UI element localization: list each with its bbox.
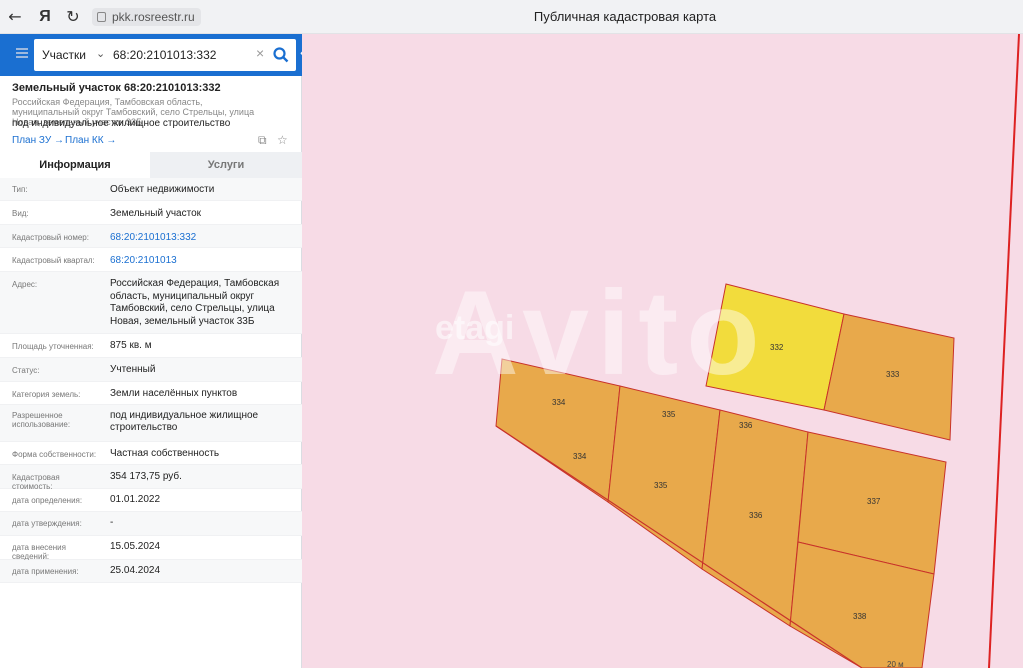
page-title: Публичная кадастровая карта: [533, 9, 717, 24]
tab-information[interactable]: Информация: [0, 152, 150, 178]
field-value: Земельный участок: [110, 208, 202, 219]
boundary-line: [988, 34, 1020, 668]
parcel-label: 334: [552, 398, 566, 407]
cadastral-quarter-link[interactable]: 68:20:2101013: [110, 255, 290, 267]
map-scale: 20 м: [887, 660, 904, 668]
info-row: Статус: Учтенный: [0, 358, 302, 382]
field-label: дата внесения сведений:: [12, 543, 66, 561]
info-row: дата внесения сведений: 15.05.2024: [0, 536, 302, 561]
search-input[interactable]: 68:20:2101013:332: [113, 48, 216, 62]
parcel-label: 335: [654, 481, 668, 490]
field-label: дата утверждения:: [12, 519, 82, 528]
etagi-watermark: etagi: [435, 309, 515, 347]
cadastral-number-link[interactable]: 68:20:2101013:332: [110, 232, 290, 244]
parcel-label: 337: [867, 497, 881, 506]
parcel-label: 334: [573, 452, 587, 461]
field-label: Кадастровый квартал:: [12, 256, 95, 265]
url-text: pkk.rosreestr.ru: [112, 10, 195, 24]
field-value: Земли населённых пунктов: [110, 388, 238, 399]
chevron-down-icon[interactable]: ⌄: [96, 47, 105, 60]
parcel-label: 332: [770, 343, 784, 352]
field-label: Адрес:: [12, 280, 38, 289]
info-row: дата утверждения: -: [0, 512, 302, 536]
field-label: Кадастровый номер:: [12, 233, 89, 242]
plan-kk-link[interactable]: План КК →: [65, 135, 116, 146]
info-row: дата применения: 25.04.2024: [0, 560, 302, 583]
info-row: Площадь уточненная: 875 кв. м: [0, 334, 302, 358]
field-label: Форма собственности:: [12, 450, 97, 459]
tab-services[interactable]: Услуги: [150, 152, 302, 178]
field-value: Учтенный: [110, 364, 156, 375]
address-bar[interactable]: pkk.rosreestr.ru: [92, 8, 201, 26]
browser-toolbar: ← Я ↻ pkk.rosreestr.ru Публичная кадастр…: [0, 0, 1023, 34]
field-value: 15.05.2024: [110, 541, 161, 552]
search-bar: Участки ⌄ 68:20:2101013:332 × ‹: [0, 34, 312, 76]
field-value: -: [110, 517, 114, 528]
info-row: Категория земель: Земли населённых пункт…: [0, 382, 302, 405]
info-row: дата определения: 01.01.2022: [0, 489, 302, 512]
star-icon[interactable]: ☆: [277, 134, 289, 146]
parcel-label: 333: [886, 370, 900, 379]
search-field[interactable]: Участки ⌄ 68:20:2101013:332 ×: [34, 39, 296, 71]
object-use: под индивидуальное жилищное строительств…: [12, 118, 231, 129]
cadastral-map[interactable]: Avito etagi 332 333 334 334 335 335 336 …: [302, 34, 1023, 668]
field-value: 354 173,75 руб.: [110, 471, 182, 482]
reload-icon[interactable]: ↻: [62, 6, 84, 28]
field-label: Статус:: [12, 366, 40, 375]
search-type-select[interactable]: Участки: [42, 48, 86, 62]
info-row: Кадастровая стоимость: 354 173,75 руб.: [0, 465, 302, 491]
field-label: Разрешенное использование:: [12, 411, 71, 429]
field-label: Площадь уточненная:: [12, 342, 94, 351]
parcel-label: 335: [662, 410, 676, 419]
field-label: Тип:: [12, 185, 28, 194]
info-row: Адрес: Российская Федерация, Тамбовская …: [0, 272, 302, 334]
back-icon[interactable]: ←: [4, 6, 26, 28]
field-label: Вид:: [12, 209, 29, 218]
menu-icon[interactable]: [16, 48, 28, 58]
clear-icon[interactable]: ×: [256, 45, 264, 61]
field-value: под индивидуальное жилищное строительств…: [110, 410, 259, 433]
info-row: Кадастровый номер: 68:20:2101013:332: [0, 225, 302, 248]
info-row: Разрешенное использование: под индивидуа…: [0, 405, 302, 442]
yandex-icon[interactable]: Я: [34, 6, 56, 28]
parcel-label: 338: [853, 612, 867, 621]
info-row: Тип: Объект недвижимости: [0, 178, 302, 201]
info-row: Кадастровый квартал: 68:20:2101013: [0, 248, 302, 272]
search-icon[interactable]: [272, 46, 290, 64]
info-row: Форма собственности: Частная собственнос…: [0, 442, 302, 465]
field-value: 01.01.2022: [110, 494, 161, 505]
field-label: Категория земель:: [12, 390, 81, 399]
object-title: Земельный участок 68:20:2101013:332: [12, 82, 221, 94]
field-value: 25.04.2024: [110, 565, 161, 576]
field-value: 875 кв. м: [110, 340, 152, 351]
field-label: дата применения:: [12, 567, 79, 576]
parcel-label: 336: [749, 511, 763, 520]
parcel-label: 336: [739, 421, 753, 430]
field-value: Объект недвижимости: [110, 184, 215, 195]
field-value: Частная собственность: [110, 448, 220, 459]
info-row: Вид: Земельный участок: [0, 201, 302, 225]
field-value: Российская Федерация, Тамбовская область…: [110, 278, 280, 327]
copy-icon[interactable]: ⧉: [258, 134, 270, 146]
lock-icon: [97, 12, 106, 22]
field-label: дата определения:: [12, 496, 83, 505]
plan-zu-link[interactable]: План ЗУ →: [12, 135, 64, 146]
